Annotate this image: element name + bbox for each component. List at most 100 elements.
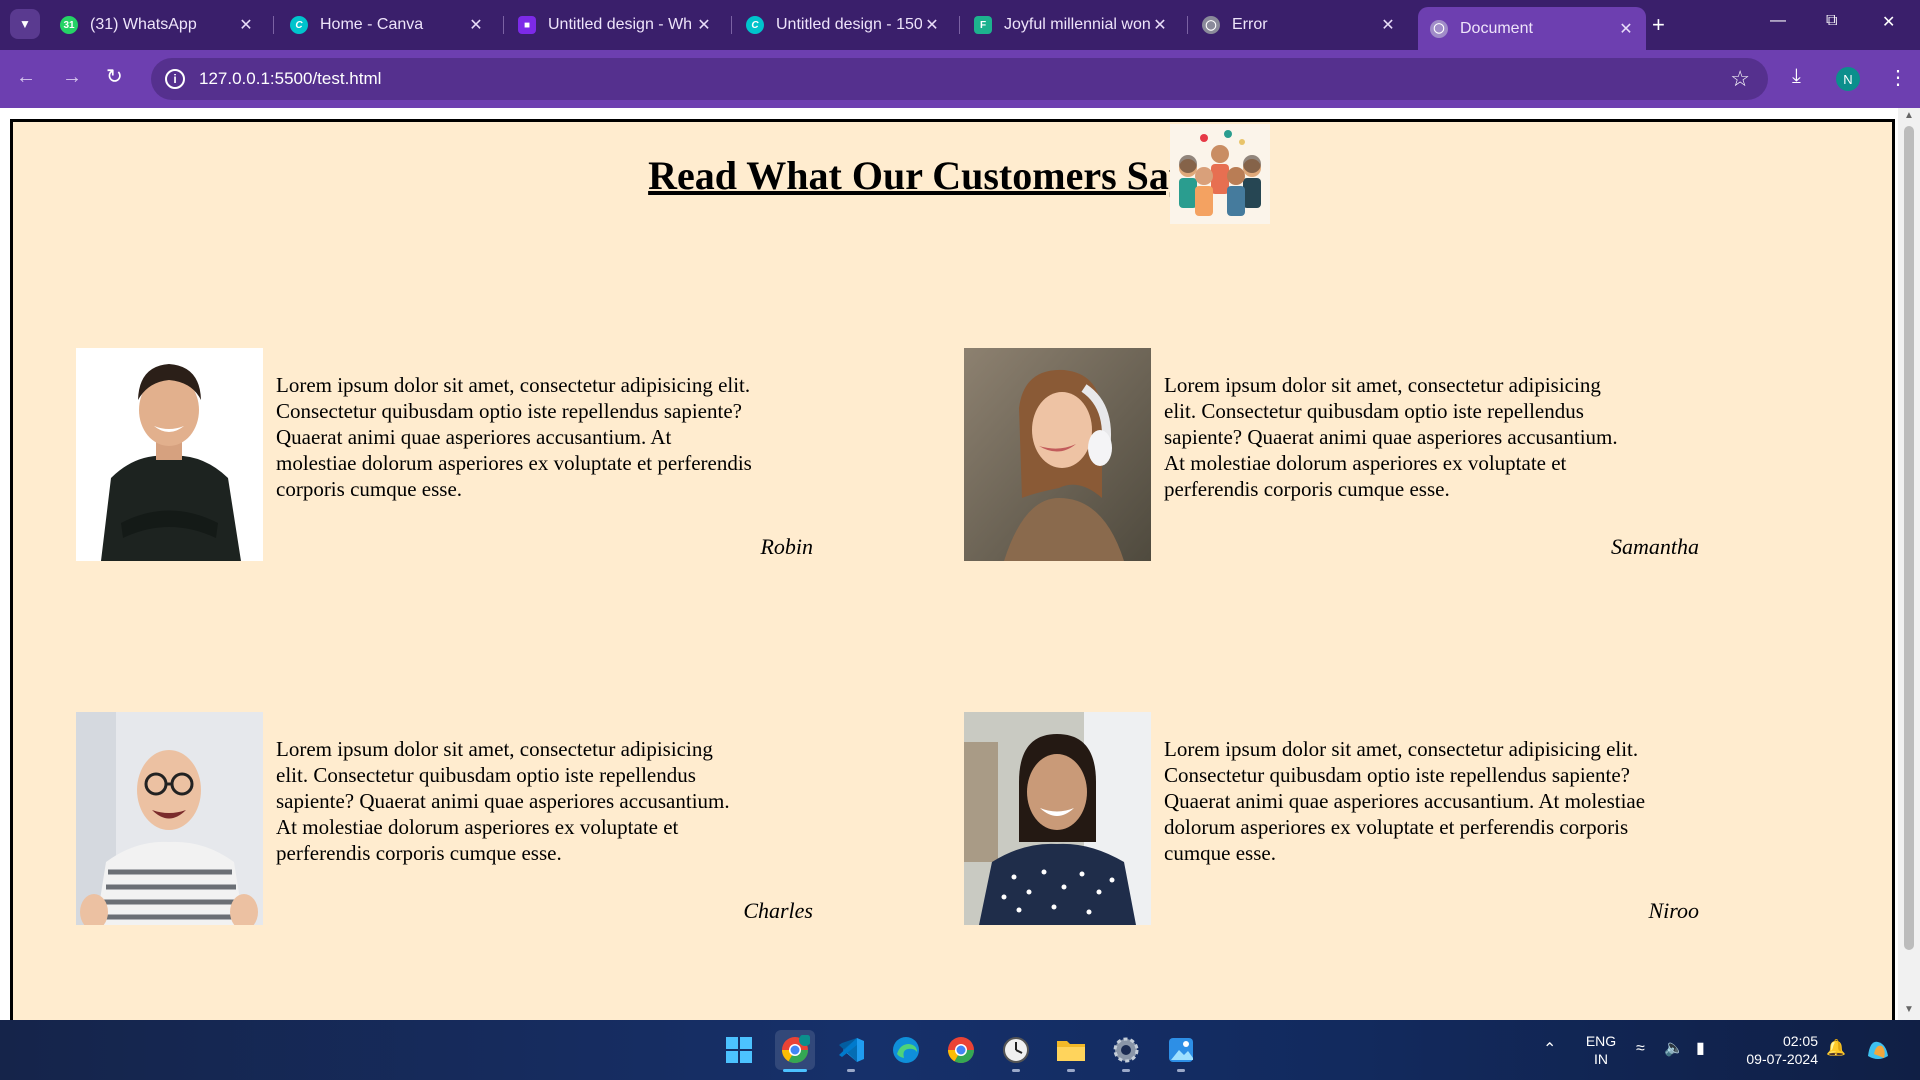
profile-initial: N <box>1843 71 1853 87</box>
tab-separator <box>731 16 732 34</box>
tab-freepik[interactable]: F Joyful millennial won ✕ <box>962 7 1180 43</box>
menu-dots-icon[interactable]: ⋮ <box>1888 65 1908 90</box>
back-button[interactable]: ← <box>16 67 36 87</box>
close-icon[interactable]: ✕ <box>1616 19 1636 39</box>
clock-app-icon[interactable] <box>996 1030 1036 1072</box>
testimonials-page: Read What Our Customers Say Lorem ipsum … <box>10 119 1895 1039</box>
niroo-photo <box>964 712 1151 925</box>
active-indicator <box>783 1069 807 1072</box>
scroll-down-arrow[interactable]: ▼ <box>1904 1004 1914 1015</box>
whatsapp-icon: 31 <box>60 16 78 34</box>
close-icon[interactable]: ✕ <box>694 15 714 35</box>
tab-title: Joyful millennial won <box>1004 16 1150 33</box>
page-scrollbar[interactable]: ▲ ▼ <box>1898 108 1920 1020</box>
vscode-icon[interactable] <box>831 1030 871 1072</box>
forward-button[interactable]: → <box>62 67 82 87</box>
charles-photo <box>76 712 263 925</box>
page-title: Read What Our Customers Say <box>648 153 1189 198</box>
clock[interactable]: 02:05 09-07-2024 <box>1732 1032 1818 1068</box>
bookmark-star-icon[interactable]: ☆ <box>1730 66 1750 92</box>
canva-design-icon: ■ <box>518 16 536 34</box>
tab-separator <box>1187 16 1188 34</box>
tab-separator <box>959 16 960 34</box>
clock-date: 09-07-2024 <box>1746 1051 1818 1067</box>
address-url: 127.0.0.1:5500/test.html <box>199 69 382 88</box>
customers-crowd-illustration <box>1170 124 1270 224</box>
freepik-icon: F <box>974 16 992 34</box>
tab-separator <box>503 16 504 34</box>
arrow-right-icon: → <box>62 66 82 88</box>
photos-icon[interactable] <box>1161 1030 1201 1072</box>
testimonial-author: Niroo <box>1648 898 1699 923</box>
testimonial-author: Samantha <box>1611 534 1699 559</box>
chrome-icon[interactable] <box>941 1030 981 1070</box>
tab-title: Error <box>1232 16 1268 33</box>
scroll-up-arrow[interactable]: ▲ <box>1904 110 1914 121</box>
canva-icon: C <box>746 16 764 34</box>
close-icon[interactable]: ✕ <box>466 15 486 35</box>
tab-untitled-design-1[interactable]: ■ Untitled design - Wh ✕ <box>506 7 724 43</box>
language-indicator[interactable]: ENG IN <box>1583 1032 1619 1068</box>
battery-icon[interactable]: ▮ <box>1696 1040 1705 1058</box>
wifi-icon[interactable]: ≈ <box>1636 1040 1645 1058</box>
running-indicator <box>1122 1069 1130 1072</box>
globe-icon: ◯ <box>1202 16 1220 34</box>
new-tab-button[interactable]: + <box>1652 12 1665 38</box>
restore-button[interactable]: ⧉ <box>1826 12 1837 30</box>
file-explorer-icon[interactable] <box>1051 1030 1091 1072</box>
testimonial-text: Lorem ipsum dolor sit amet, consectetur … <box>276 373 752 501</box>
globe-icon: ◯ <box>1430 19 1448 38</box>
testimonial-author: Robin <box>760 534 813 559</box>
region-label: IN <box>1594 1051 1608 1067</box>
running-indicator <box>1067 1069 1075 1072</box>
arrow-left-icon: ← <box>16 66 36 88</box>
chrome-profile-icon[interactable] <box>775 1030 815 1072</box>
page-viewport: Read What Our Customers Say Lorem ipsum … <box>0 108 1920 1039</box>
testimonial-text: Lorem ipsum dolor sit amet, consectetur … <box>1164 373 1618 501</box>
profile-avatar[interactable]: N <box>1836 67 1860 91</box>
close-window-button[interactable]: ✕ <box>1882 12 1895 32</box>
reload-button[interactable]: ↻ <box>106 67 123 87</box>
tab-strip: ▼ 31 (31) WhatsApp ✕ C Home - Canva ✕ ■ … <box>0 0 1920 50</box>
reload-icon: ↻ <box>106 66 123 88</box>
robin-photo <box>76 348 263 561</box>
close-icon[interactable]: ✕ <box>1150 15 1170 35</box>
site-info-icon[interactable]: i <box>165 69 185 89</box>
canva-icon: C <box>290 16 308 34</box>
volume-icon[interactable]: 🔈 <box>1664 1040 1684 1058</box>
tab-whatsapp[interactable]: 31 (31) WhatsApp ✕ <box>48 7 266 43</box>
scrollbar-thumb[interactable] <box>1904 126 1914 950</box>
notification-bell-icon[interactable]: 🔔 <box>1826 1040 1846 1058</box>
tab-title: (31) WhatsApp <box>90 16 197 33</box>
show-hidden-icons-button[interactable]: ⌃ <box>1543 1041 1556 1059</box>
running-indicator <box>1012 1069 1020 1072</box>
tab-title: Untitled design - 150 <box>776 16 922 33</box>
tab-search-button[interactable]: ▼ <box>10 9 40 39</box>
browser-toolbar: ← → ↻ i 127.0.0.1:5500/test.html ☆ ⤓ ⋮ <box>0 50 1920 108</box>
chevron-down-icon: ▼ <box>19 17 31 31</box>
download-icon[interactable]: ⤓ <box>1792 65 1801 88</box>
settings-icon[interactable] <box>1106 1030 1146 1072</box>
tab-untitled-design-2[interactable]: C Untitled design - 150 ✕ <box>734 7 952 43</box>
close-icon[interactable]: ✕ <box>236 15 256 35</box>
edge-icon[interactable] <box>886 1030 926 1070</box>
tab-document[interactable]: ◯ Document ✕ <box>1418 7 1646 50</box>
minimize-button[interactable]: — <box>1770 12 1786 30</box>
copilot-icon[interactable] <box>1864 1036 1892 1068</box>
address-bar[interactable]: i 127.0.0.1:5500/test.html ☆ <box>151 58 1768 100</box>
testimonial-text: Lorem ipsum dolor sit amet, consectetur … <box>276 737 730 865</box>
tab-title: Home - Canva <box>320 16 424 33</box>
tab-canva-home[interactable]: C Home - Canva ✕ <box>278 7 496 43</box>
testimonial-author: Charles <box>743 898 813 923</box>
testimonial-text: Lorem ipsum dolor sit amet, consectetur … <box>1164 737 1646 865</box>
tab-error[interactable]: ◯ Error ✕ <box>1190 7 1408 43</box>
windows-start-icon[interactable] <box>719 1030 759 1070</box>
clock-time: 02:05 <box>1782 1033 1818 1049</box>
plus-icon: + <box>1652 12 1665 37</box>
running-indicator <box>847 1069 855 1072</box>
windows-taskbar: ⌃ ENG IN ≈ 🔈 ▮ 02:05 09-07-2024 🔔 <box>0 1020 1920 1080</box>
tab-title: Untitled design - Wh <box>548 16 693 33</box>
language-label: ENG <box>1585 1033 1617 1049</box>
close-icon[interactable]: ✕ <box>922 15 942 35</box>
close-icon[interactable]: ✕ <box>1378 15 1398 35</box>
